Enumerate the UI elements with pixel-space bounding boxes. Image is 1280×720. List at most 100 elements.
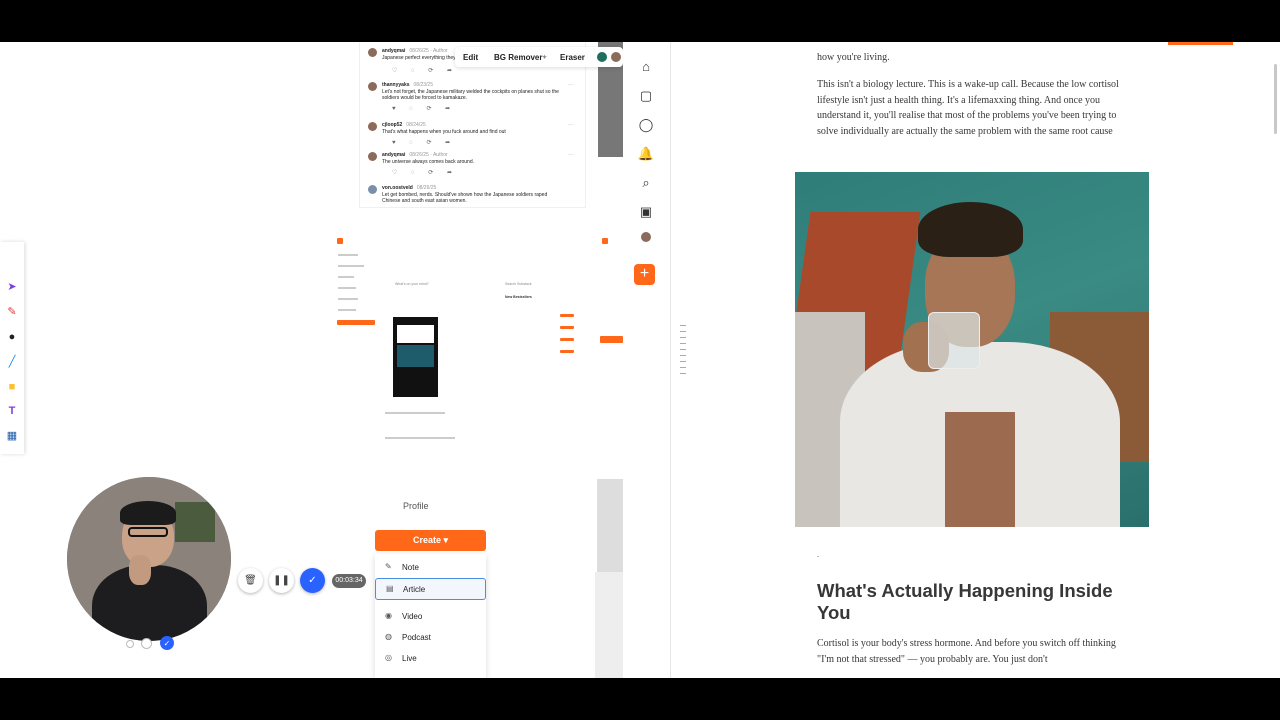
create-button[interactable]: Create ▾ bbox=[375, 530, 486, 551]
live-icon: ◎ bbox=[385, 653, 392, 662]
nav-item bbox=[338, 298, 358, 300]
drawing-toolbar: ➤ ✎ ● ╱ ■ T ▦ bbox=[0, 242, 24, 454]
bell-icon[interactable]: 🔔 bbox=[637, 145, 655, 163]
color-swatch[interactable] bbox=[597, 52, 607, 62]
feed-screenshot: What's on your mind? Search Substack New… bbox=[335, 232, 580, 457]
webcam-bubble[interactable] bbox=[67, 477, 231, 641]
comment-meta: 08/23/25 bbox=[413, 82, 433, 88]
recording-controls: 🗑 ❚❚ ✓ 00:03:34 bbox=[236, 566, 366, 596]
bg-remover-button[interactable]: BG Remover bbox=[494, 53, 542, 62]
subscribe-mini bbox=[560, 326, 574, 329]
publish-button-edge[interactable] bbox=[1168, 42, 1233, 45]
plus-icon[interactable]: + bbox=[634, 264, 655, 285]
screenshot-fragment bbox=[595, 572, 623, 678]
comment-actions: ♡ ◌ ⟳ ➦ bbox=[392, 170, 458, 176]
chevron-down-icon: ▾ bbox=[443, 535, 449, 545]
subscribe-mini bbox=[560, 314, 574, 317]
more-icon[interactable]: ··· bbox=[568, 82, 574, 88]
menu-item-label: Video bbox=[402, 612, 423, 621]
comment-author: von.oostveld bbox=[382, 185, 413, 191]
nav-item bbox=[338, 309, 356, 311]
subscribe-mini bbox=[560, 350, 574, 353]
pointer-tool-icon[interactable]: ➤ bbox=[5, 280, 19, 294]
comment-body: That's what happens when you fuck around… bbox=[382, 129, 506, 135]
note-icon: ✎ bbox=[385, 562, 392, 571]
create-label: Create bbox=[412, 535, 441, 545]
nav-item bbox=[338, 265, 364, 267]
paragraph: how you're living. bbox=[817, 52, 890, 63]
letterbox-top bbox=[0, 0, 1280, 42]
pen-tool-icon[interactable]: ✎ bbox=[5, 305, 19, 319]
edit-button[interactable]: Edit bbox=[463, 53, 478, 62]
more-icon[interactable]: ··· bbox=[568, 152, 574, 158]
comment-author: thannyyaks bbox=[382, 82, 410, 88]
menu-item-podcast[interactable]: ◍ Podcast bbox=[375, 627, 486, 647]
menu-item-note[interactable]: ✎ Note bbox=[375, 557, 486, 577]
avatar bbox=[368, 82, 377, 91]
size-large-check-icon[interactable]: ✓ bbox=[160, 636, 174, 650]
nav-item bbox=[338, 254, 358, 256]
sparkle-icon: ✦ bbox=[542, 55, 548, 61]
color-swatch[interactable] bbox=[611, 52, 621, 62]
menu-item-label: Podcast bbox=[402, 633, 431, 642]
line-tool-icon[interactable]: ╱ bbox=[5, 355, 19, 369]
comment-author: cjloop52 bbox=[382, 122, 403, 128]
avatar bbox=[368, 185, 377, 194]
image-edit-toolbar: Edit BG Remover ✦ Eraser bbox=[455, 47, 623, 67]
avatar[interactable] bbox=[641, 232, 651, 242]
size-medium[interactable] bbox=[141, 638, 152, 649]
sidebar-title: New Bestsellers bbox=[505, 295, 532, 299]
comment-line bbox=[385, 437, 455, 439]
dashboard-icon[interactable]: ▣ bbox=[637, 203, 655, 221]
comment-body: Let's not forget, the Japanese military … bbox=[382, 89, 559, 101]
sticky-note-icon[interactable]: ■ bbox=[5, 380, 19, 394]
home-icon[interactable]: ⌂ bbox=[637, 58, 655, 76]
whiteboard-canvas[interactable]: andyqmai 08/26/25 · Author Japanese perfe… bbox=[0, 42, 623, 678]
menu-item-video[interactable]: ◉ Video bbox=[375, 606, 486, 626]
eraser-button[interactable]: Eraser bbox=[560, 53, 585, 62]
create-button-mini bbox=[337, 320, 375, 325]
comment-actions: ♥ ◌ ⟳ ➦ bbox=[392, 140, 457, 146]
avatar bbox=[368, 48, 377, 57]
avatar bbox=[368, 122, 377, 131]
substack-logo-icon bbox=[337, 238, 343, 244]
comment-body: The universe always comes back around. bbox=[382, 159, 474, 165]
menu-item-article[interactable]: ▤ Article bbox=[375, 578, 486, 600]
menu-item-label: Note bbox=[402, 563, 419, 572]
menu-item-live[interactable]: ◎ Live bbox=[375, 648, 486, 668]
article-image[interactable] bbox=[795, 172, 1149, 527]
more-icon[interactable]: ··· bbox=[568, 122, 574, 128]
menu-item-label: Live bbox=[402, 654, 417, 663]
finish-check-icon[interactable]: ✓ bbox=[300, 568, 325, 593]
post-video-thumbnail[interactable] bbox=[393, 317, 438, 397]
text-tool-icon[interactable]: T bbox=[5, 404, 19, 418]
comment-meta: 08/26/25 · Author bbox=[409, 152, 448, 158]
table-tool-icon[interactable]: ▦ bbox=[5, 429, 19, 443]
paragraph: This isn't a biology lecture. This is a … bbox=[817, 79, 1119, 137]
comment-actions: ♥ ◌ ⟳ ➦ bbox=[392, 106, 457, 112]
subscribe-mini bbox=[560, 338, 574, 341]
avatar bbox=[368, 152, 377, 161]
shapes-tool-icon[interactable]: ● bbox=[5, 330, 19, 344]
comment-meta: 08/26/25 · Author bbox=[409, 48, 448, 54]
empty-paragraph: . bbox=[817, 550, 819, 559]
composer-placeholder: What's on your mind? bbox=[395, 282, 429, 286]
inbox-icon[interactable]: ▢ bbox=[637, 87, 655, 105]
create-menu: ✎ Note ▤ Article ◉ Video ◍ Podcast ◎ Live bbox=[375, 554, 486, 678]
trash-icon[interactable]: 🗑 bbox=[238, 568, 263, 593]
menu-item-label: Article bbox=[403, 585, 426, 594]
camera-size-selector: ✓ bbox=[124, 636, 180, 652]
search-icon[interactable]: ⌕ bbox=[637, 174, 655, 192]
comment-actions: ♡ ◌ ⟳ ➦ bbox=[392, 68, 458, 74]
pause-icon[interactable]: ❚❚ bbox=[269, 568, 294, 593]
outline-toc[interactable] bbox=[680, 325, 688, 379]
side-navigation: ⌂ ▢ ◯ 🔔 ⌕ ▣ + bbox=[623, 42, 671, 678]
comment-body: Let get bombed, nerds. Should've shown h… bbox=[382, 192, 548, 204]
size-small[interactable] bbox=[126, 640, 134, 648]
profile-label: Profile bbox=[403, 501, 429, 511]
paragraph: Cortisol is your body's stress hormone. … bbox=[817, 638, 1116, 665]
nav-item bbox=[338, 287, 356, 289]
scrollbar-thumb[interactable] bbox=[1274, 64, 1277, 134]
nav-item bbox=[338, 276, 354, 278]
chat-icon[interactable]: ◯ bbox=[637, 116, 655, 134]
